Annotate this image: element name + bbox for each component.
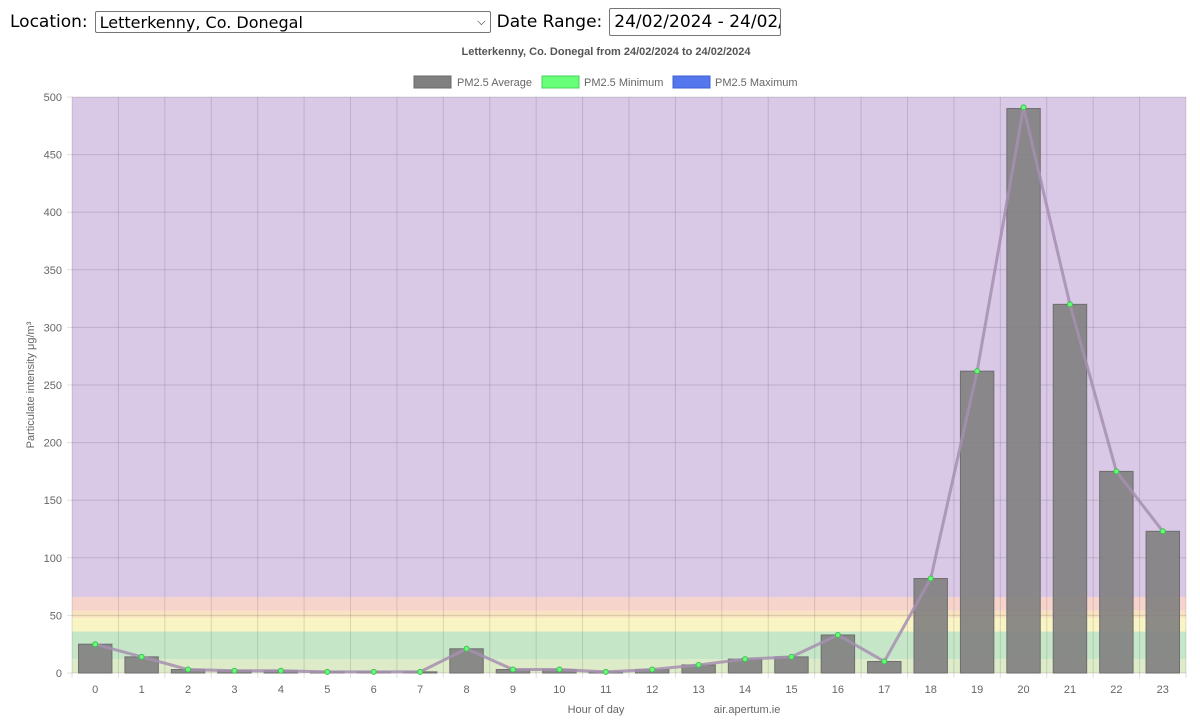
x-tick-label: 15 [785,684,797,696]
y-tick-label: 100 [44,553,62,565]
x-tick-label: 12 [646,684,658,696]
x-tick-label: 8 [463,684,469,696]
y-tick-label: 50 [50,610,62,622]
minimum-point[interactable] [417,668,424,675]
legend-label-maximum: PM2.5 Maximum [715,77,798,89]
legend-swatch-minimum [541,75,580,89]
x-tick-label: 1 [139,684,145,696]
legend-swatch-average [413,75,452,89]
x-tick-label: 23 [1157,684,1169,696]
x-tick-label: 20 [1017,684,1029,696]
minimum-point[interactable] [277,667,284,674]
minimum-point[interactable] [231,667,238,674]
source-note: air.apertum.ie [714,704,781,716]
y-tick-label: 450 [44,150,62,162]
x-tick-label: 4 [278,684,284,696]
x-tick-label: 16 [832,684,844,696]
minimum-point[interactable] [1066,301,1073,308]
x-tick-label: 3 [231,684,237,696]
y-tick-label: 300 [44,322,62,334]
legend-item-maximum[interactable]: PM2.5 Maximum [672,75,798,89]
minimum-point[interactable] [695,661,702,668]
minimum-point[interactable] [324,668,331,675]
bar-average[interactable] [913,578,948,674]
x-tick-label: 9 [510,684,516,696]
legend-swatch-maximum [672,75,711,89]
y-tick-label: 250 [44,380,62,392]
y-tick-label: 150 [44,495,62,507]
bar-average[interactable] [1006,108,1041,674]
minimum-point[interactable] [370,668,377,675]
bar-average[interactable] [1099,470,1134,674]
minimum-point[interactable] [185,666,192,673]
legend-label-average: PM2.5 Average [457,77,532,89]
x-tick-label: 6 [371,684,377,696]
minimum-point[interactable] [463,645,470,652]
minimum-point[interactable] [1113,468,1120,475]
x-tick-label: 21 [1064,684,1076,696]
x-tick-label: 2 [185,684,191,696]
x-tick-label: 22 [1110,684,1122,696]
chart-title: Letterkenny, Co. Donegal from 24/02/2024… [462,46,752,58]
minimum-point[interactable] [92,641,99,648]
minimum-point[interactable] [742,656,749,663]
minimum-point[interactable] [1159,528,1166,535]
x-tick-label: 13 [693,684,705,696]
x-tick-label: 17 [878,684,890,696]
y-tick-label: 500 [44,92,62,104]
x-axis-ticks: 0 1 2 3 4 5 6 7 8 9 10 11 12 13 14 15 16 17 18 19 20 21 22 23 [92,684,1169,696]
x-tick-label: 18 [925,684,937,696]
legend-item-minimum[interactable]: PM2.5 Minimum [541,75,663,89]
x-tick-label: 19 [971,684,983,696]
bar-average[interactable] [1052,303,1088,674]
minimum-point[interactable] [138,653,145,660]
x-tick-label: 14 [739,684,751,696]
legend-item-average[interactable]: PM2.5 Average [413,75,532,89]
x-tick-label: 5 [324,684,330,696]
minimum-point[interactable] [509,666,516,673]
minimum-point[interactable] [927,575,934,582]
minimum-point[interactable] [602,668,609,675]
y-axis-label: Particulate intensity μg/m³ [25,321,37,448]
bar-average[interactable] [1145,530,1181,674]
x-tick-label: 7 [417,684,423,696]
minimum-point[interactable] [974,368,981,375]
y-tick-label: 0 [56,668,62,680]
y-tick-label: 350 [44,265,62,277]
minimum-point[interactable] [788,653,795,660]
y-tick-label: 200 [44,438,62,450]
minimum-point[interactable] [556,666,563,673]
minimum-point[interactable] [834,631,841,638]
x-tick-label: 10 [553,684,565,696]
x-tick-label: 0 [92,684,98,696]
y-axis-ticks: 0 50 100 150 200 250 300 350 400 450 500 [44,92,62,680]
pm25-chart: Letterkenny, Co. Donegal from 24/02/2024… [25,46,1187,716]
x-tick-label: 11 [600,684,611,696]
minimum-point[interactable] [881,658,888,665]
x-axis-label: Hour of day [568,704,625,716]
legend-label-minimum: PM2.5 Minimum [584,77,663,89]
legend: PM2.5 Average PM2.5 Minimum PM2.5 Maximu… [413,75,798,89]
minimum-point[interactable] [1020,104,1027,111]
bar-average[interactable] [959,370,995,674]
minimum-point[interactable] [649,666,656,673]
y-tick-label: 400 [44,207,62,219]
